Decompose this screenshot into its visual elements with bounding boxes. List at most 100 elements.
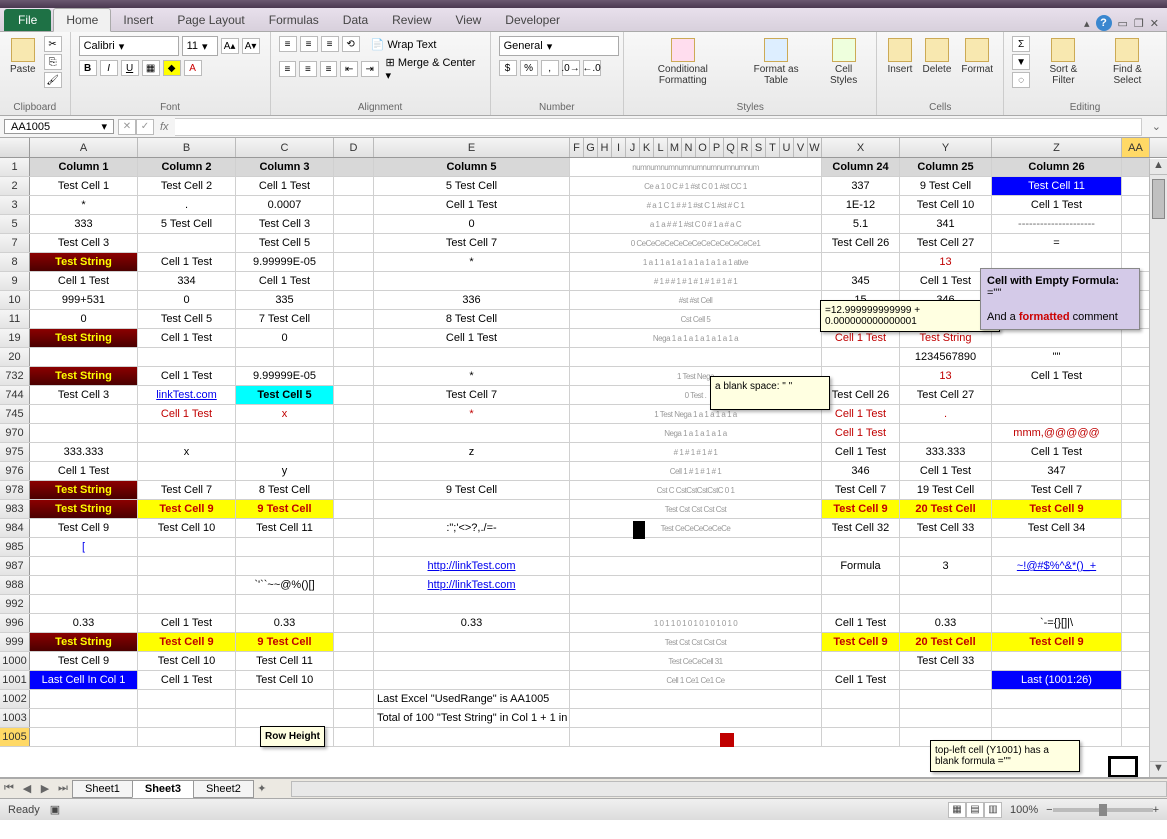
tiny-cells-992[interactable] (570, 595, 822, 613)
cell-B1003[interactable] (138, 709, 236, 727)
cell-X984[interactable]: Test Cell 32 (822, 519, 900, 537)
cell-E744[interactable]: Test Cell 7 (374, 386, 570, 404)
cell-X2[interactable]: 337 (822, 177, 900, 195)
cell-Y5[interactable]: 341 (900, 215, 992, 233)
cell-AA744[interactable] (1122, 386, 1150, 404)
col-head-M[interactable]: M (668, 138, 682, 157)
cell-B745[interactable]: Cell 1 Test (138, 405, 236, 423)
cell-E987[interactable]: http://linkTest.com (374, 557, 570, 575)
cell-AA732[interactable] (1122, 367, 1150, 385)
conditional-formatting-button[interactable]: Conditional Formatting (632, 36, 733, 88)
cell-C985[interactable] (236, 538, 334, 556)
tiny-cells-10[interactable]: #st #st Cell (570, 291, 822, 309)
cell-Y970[interactable] (900, 424, 992, 442)
tiny-cells-1001[interactable]: Cell 1 Ce1 Ce1 Ce (570, 671, 822, 689)
tab-insert[interactable]: Insert (111, 9, 165, 31)
cell-E3[interactable]: Cell 1 Test (374, 196, 570, 214)
expand-formula-bar-icon[interactable]: ⌄ (1146, 120, 1167, 133)
copy-icon[interactable]: ⎘ (44, 54, 62, 70)
cell-A999[interactable]: Test String (30, 633, 138, 651)
cell-AA1[interactable] (1122, 158, 1150, 176)
cell-B985[interactable] (138, 538, 236, 556)
col-head-F[interactable]: F (570, 138, 584, 157)
inc-decimal-button[interactable]: .0→ (562, 60, 580, 76)
cell-Z5[interactable]: --------------------- (992, 215, 1122, 233)
cell-Y987[interactable]: 3 (900, 557, 992, 575)
cell-A984[interactable]: Test Cell 9 (30, 519, 138, 537)
cell-A988[interactable] (30, 576, 138, 594)
col-head-U[interactable]: U (780, 138, 794, 157)
row-head-970[interactable]: 970 (0, 424, 30, 442)
tiny-cells-999[interactable]: Test Cst Cst Cst Cst (570, 633, 822, 651)
zoom-level[interactable]: 100% (1010, 804, 1038, 816)
cell-C7[interactable]: Test Cell 5 (236, 234, 334, 252)
cell-X9[interactable]: 345 (822, 272, 900, 290)
cell-Z1000[interactable] (992, 652, 1122, 670)
currency-button[interactable]: $ (499, 60, 517, 76)
cell-Y7[interactable]: Test Cell 27 (900, 234, 992, 252)
cell-AA978[interactable] (1122, 481, 1150, 499)
cell-B992[interactable] (138, 595, 236, 613)
tiny-cells-984[interactable]: Test CeCeCeCeCeCe (570, 519, 822, 537)
cell-C987[interactable] (236, 557, 334, 575)
cell-Z975[interactable]: Cell 1 Test (992, 443, 1122, 461)
shrink-font-icon[interactable]: A▾ (242, 38, 260, 54)
chevron-down-icon[interactable]: ▾ (101, 120, 107, 133)
col-head-A[interactable]: A (30, 138, 138, 157)
row-head-2[interactable]: 2 (0, 177, 30, 195)
row-head-1000[interactable]: 1000 (0, 652, 30, 670)
cell-D984[interactable] (334, 519, 374, 537)
cell-Y978[interactable]: 19 Test Cell (900, 481, 992, 499)
align-right-icon[interactable]: ≡ (320, 61, 338, 77)
tiny-cells-9[interactable]: # 1 # # 1 # 1 # 1 # 1 # 1 # 1 (570, 272, 822, 290)
increase-indent-icon[interactable]: ⇥ (361, 61, 379, 77)
row-head-988[interactable]: 988 (0, 576, 30, 594)
cell-AA976[interactable] (1122, 462, 1150, 480)
new-sheet-icon[interactable]: ✦ (253, 782, 271, 795)
col-head-P[interactable]: P (710, 138, 724, 157)
cell-X5[interactable]: 5.1 (822, 215, 900, 233)
tiny-cells-3[interactable]: # a 1 C 1 # # 1 #st C 1 #st # C 1 (570, 196, 822, 214)
clear-icon[interactable]: ◌ (1012, 72, 1030, 88)
cell-E19[interactable]: Cell 1 Test (374, 329, 570, 347)
underline-button[interactable]: U (121, 60, 139, 76)
cell-C5[interactable]: Test Cell 3 (236, 215, 334, 233)
cell-E20[interactable] (374, 348, 570, 366)
cell-B19[interactable]: Cell 1 Test (138, 329, 236, 347)
cell-X744[interactable]: Test Cell 26 (822, 386, 900, 404)
cell-D999[interactable] (334, 633, 374, 651)
formula-input[interactable] (175, 118, 1142, 136)
cell-A1001[interactable]: Last Cell In Col 1 (30, 671, 138, 689)
col-head-C[interactable]: C (236, 138, 334, 157)
cell-A1[interactable]: Column 1 (30, 158, 138, 176)
cell-D19[interactable] (334, 329, 374, 347)
cell-X745[interactable]: Cell 1 Test (822, 405, 900, 423)
cell-E1001[interactable] (374, 671, 570, 689)
tiny-cells-983[interactable]: Test Cst Cst Cst Cst (570, 500, 822, 518)
autosum-icon[interactable]: Σ (1012, 36, 1030, 52)
cell-Y984[interactable]: Test Cell 33 (900, 519, 992, 537)
cell-Y1002[interactable] (900, 690, 992, 708)
cell-X985[interactable] (822, 538, 900, 556)
row-head-1[interactable]: 1 (0, 158, 30, 176)
cell-D744[interactable] (334, 386, 374, 404)
cell-C992[interactable] (236, 595, 334, 613)
font-name-combo[interactable]: Calibri▾ (79, 36, 179, 56)
cell-Y992[interactable] (900, 595, 992, 613)
cell-A11[interactable]: 0 (30, 310, 138, 328)
col-head-W[interactable]: W (808, 138, 822, 157)
cell-E8[interactable]: * (374, 253, 570, 271)
row-head-19[interactable]: 19 (0, 329, 30, 347)
cell-C3[interactable]: 0.0007 (236, 196, 334, 214)
cell-E978[interactable]: 9 Test Cell (374, 481, 570, 499)
tab-page-layout[interactable]: Page Layout (165, 9, 256, 31)
row-head-987[interactable]: 987 (0, 557, 30, 575)
cell-B9[interactable]: 334 (138, 272, 236, 290)
cell-D996[interactable] (334, 614, 374, 632)
cell-A985[interactable]: [ (30, 538, 138, 556)
cell-C1[interactable]: Column 3 (236, 158, 334, 176)
cell-Y999[interactable]: 20 Test Cell (900, 633, 992, 651)
col-head-S[interactable]: S (752, 138, 766, 157)
cell-X1000[interactable] (822, 652, 900, 670)
cell-E985[interactable] (374, 538, 570, 556)
